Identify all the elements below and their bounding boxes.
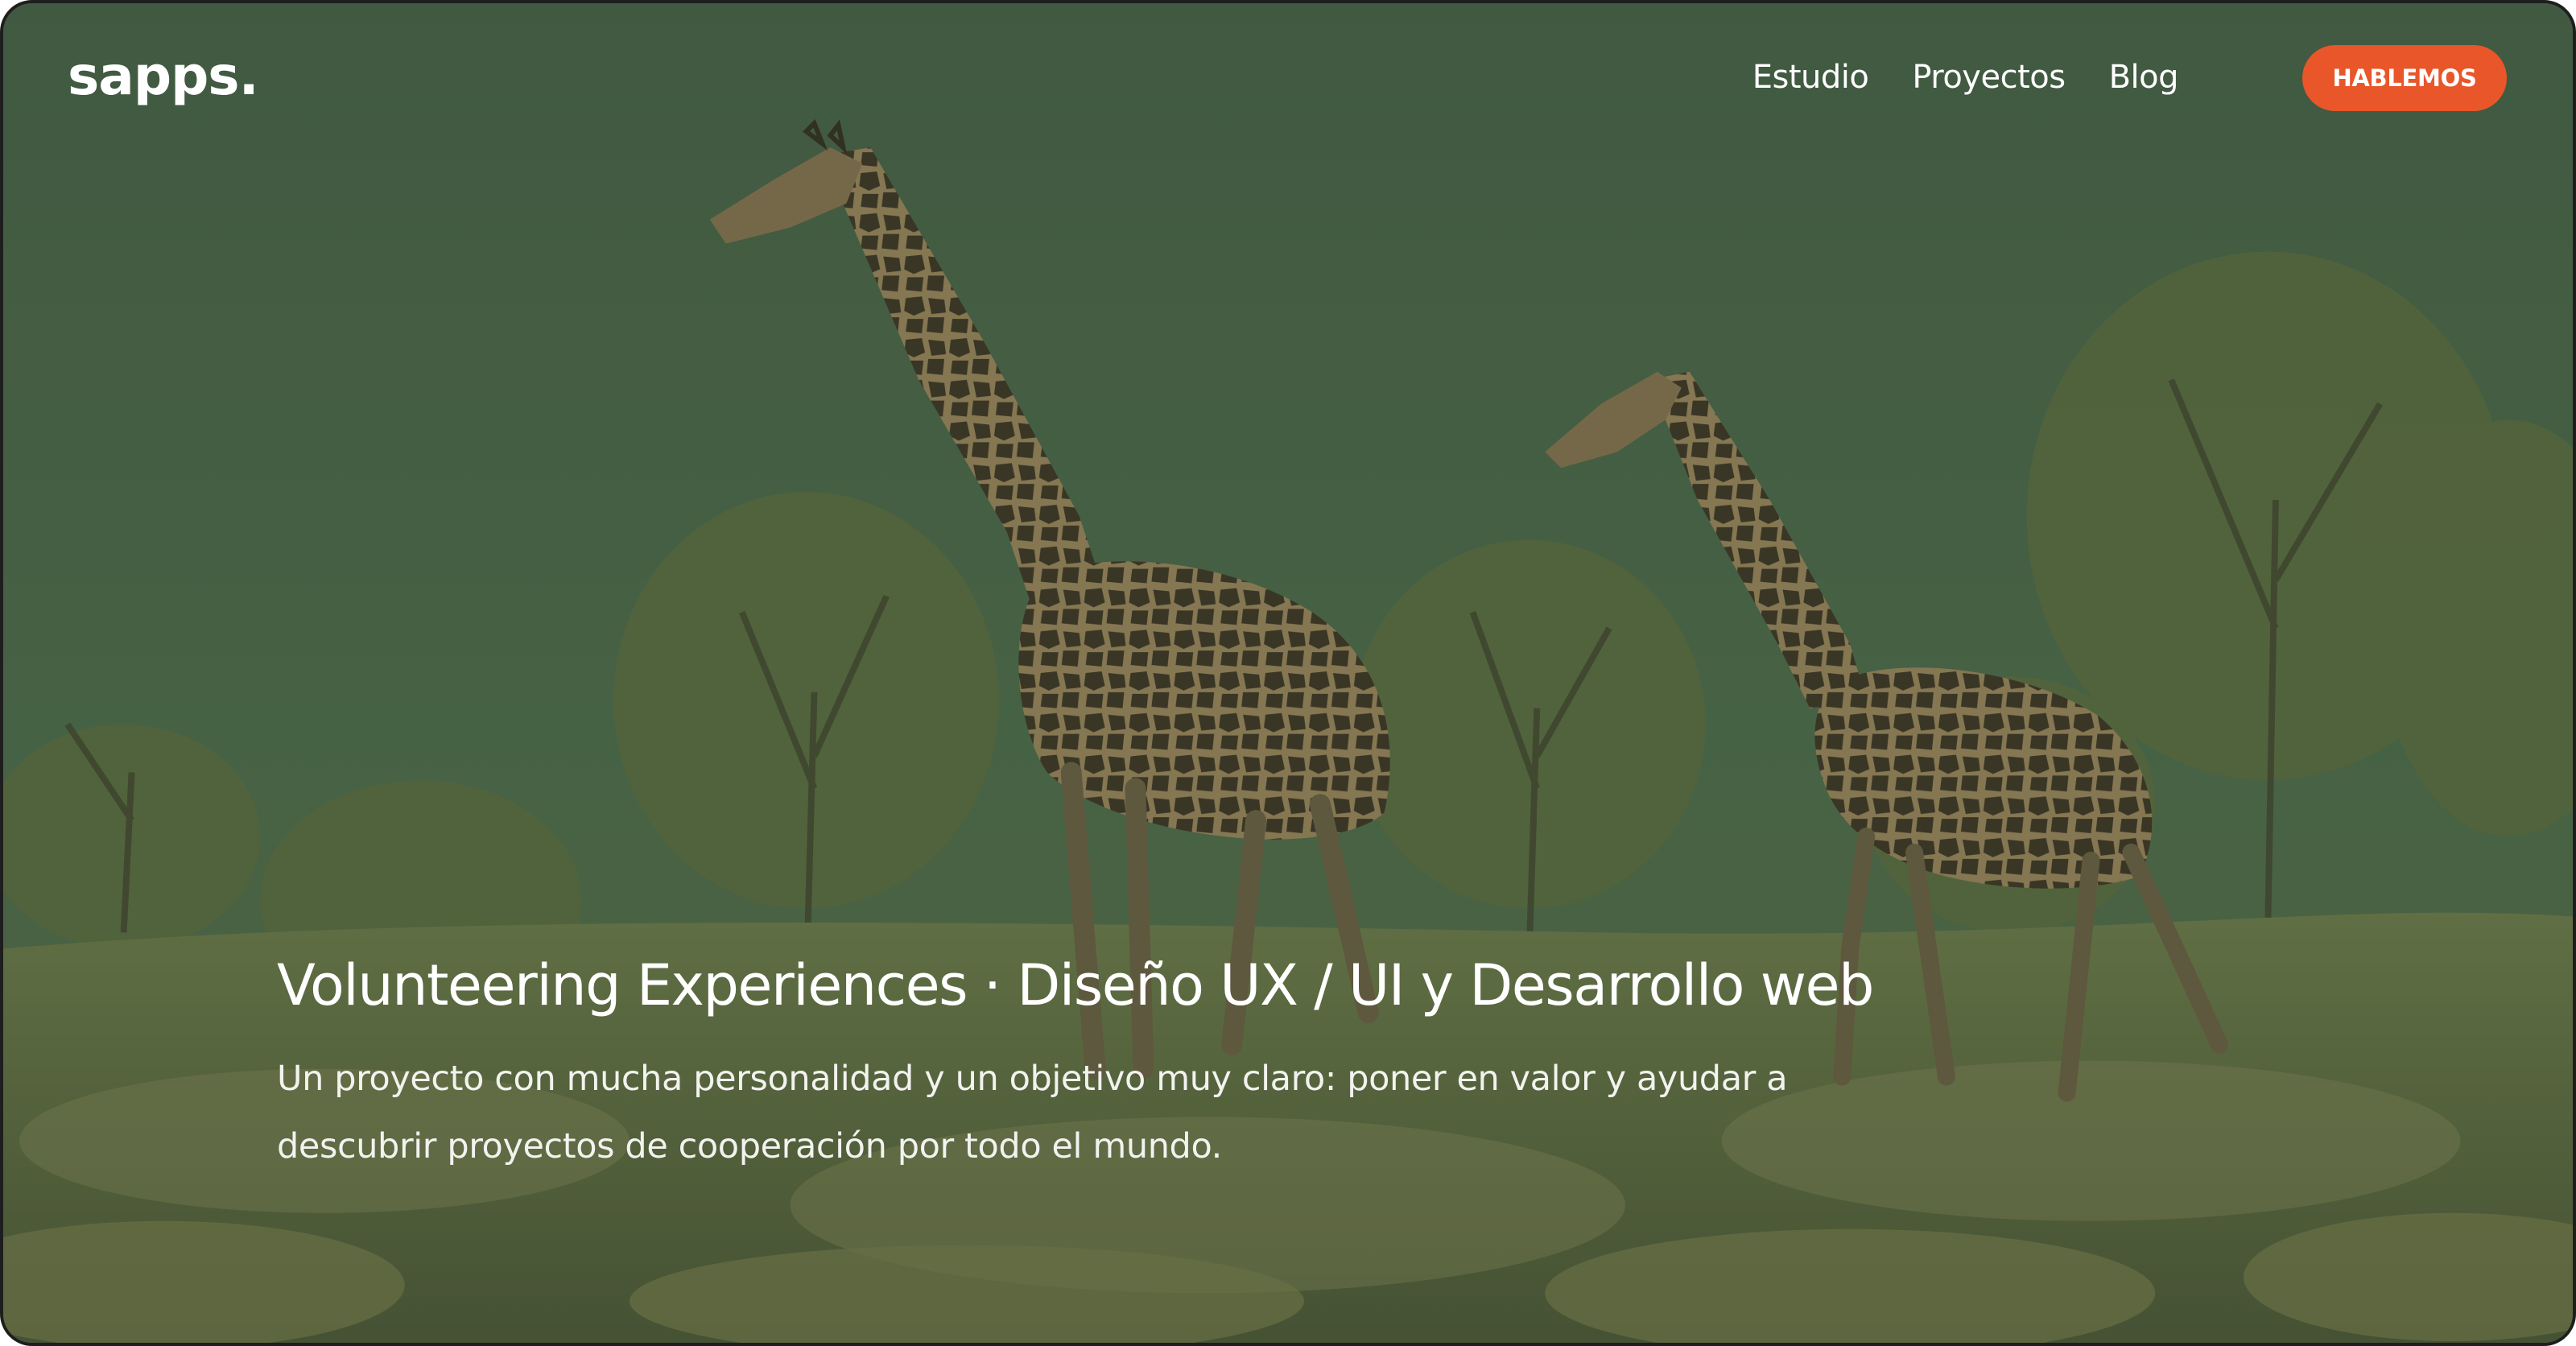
hero-content: Volunteering Experiences · Diseño UX / U… [277, 945, 2048, 1180]
main-nav: Estudio Proyectos Blog [1752, 43, 2179, 111]
page-frame: sapps. Estudio Proyectos Blog HABLEMOS V… [0, 0, 2576, 1346]
nav-item-proyectos[interactable]: Proyectos [1912, 43, 2066, 111]
nav-item-blog[interactable]: Blog [2109, 43, 2179, 111]
brand-logo[interactable]: sapps. [68, 40, 259, 113]
hero-description: Un proyecto con mucha personalidad y un … [277, 1059, 1788, 1166]
hablemos-button[interactable]: HABLEMOS [2302, 45, 2507, 111]
nav-item-estudio[interactable]: Estudio [1752, 43, 1869, 111]
hero-title: Volunteering Experiences · Diseño UX / U… [277, 952, 1875, 1018]
